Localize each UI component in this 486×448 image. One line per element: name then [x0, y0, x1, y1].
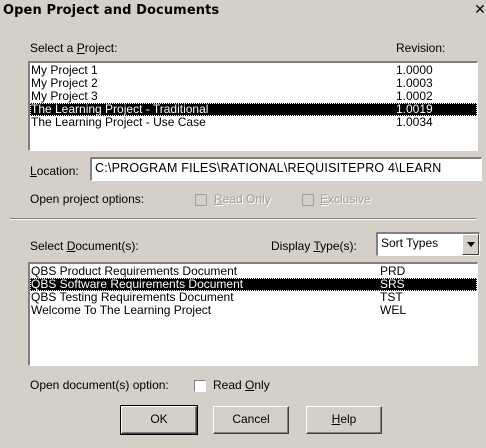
- open-project-options-label: Open project options:: [30, 192, 145, 206]
- read-only-checkbox[interactable]: [195, 194, 207, 206]
- read-only-label: Read Only: [214, 192, 271, 206]
- select-documents-label: Select Document(s):: [30, 239, 139, 253]
- close-icon[interactable]: ✕: [472, 1, 486, 19]
- exclusive-label: Exclusive: [320, 192, 371, 206]
- section-divider: [10, 218, 476, 220]
- display-types-value: Sort Types: [381, 236, 439, 250]
- project-row[interactable]: The Learning Project - Use Case 1.0034: [30, 116, 477, 129]
- location-field[interactable]: C:\PROGRAM FILES\RATIONAL\REQUISITEPRO 4…: [90, 157, 482, 181]
- revision-header: Revision:: [396, 41, 446, 55]
- project-row-name: The Learning Project - Use Case: [31, 115, 206, 129]
- project-listbox[interactable]: My Project 1 1.0000 My Project 2 1.0003 My P…: [28, 61, 478, 151]
- display-types-dropdown[interactable]: Sort Types: [376, 232, 480, 256]
- exclusive-checkbox[interactable]: [302, 194, 314, 206]
- chevron-down-icon[interactable]: [462, 234, 479, 255]
- select-project-label: Select a Project:: [30, 41, 118, 55]
- open-document-option-label: Open document(s) option:: [30, 378, 169, 392]
- open-project-dialog: Open Project and Documents ✕ Select a Pr…: [0, 0, 486, 448]
- help-button[interactable]: Help: [306, 406, 382, 434]
- project-row-revision: 1.0034: [396, 115, 433, 129]
- document-row-type: WEL: [380, 303, 407, 317]
- location-label: Location:: [30, 164, 79, 178]
- title-bar[interactable]: Open Project and Documents ✕: [0, 0, 486, 22]
- display-types-label: Display Type(s):: [271, 239, 357, 253]
- doc-read-only-label: Read Only: [213, 378, 270, 392]
- dialog-title: Open Project and Documents: [3, 3, 220, 18]
- document-listbox[interactable]: QBS Product Requirements Document PRD QBS …: [28, 262, 478, 366]
- ok-button[interactable]: OK: [120, 405, 198, 435]
- cancel-button[interactable]: Cancel: [213, 406, 289, 434]
- document-row-name: Welcome To The Learning Project: [31, 303, 212, 317]
- document-row[interactable]: Welcome To The Learning Project WEL: [30, 304, 477, 317]
- doc-read-only-checkbox[interactable]: [194, 380, 206, 392]
